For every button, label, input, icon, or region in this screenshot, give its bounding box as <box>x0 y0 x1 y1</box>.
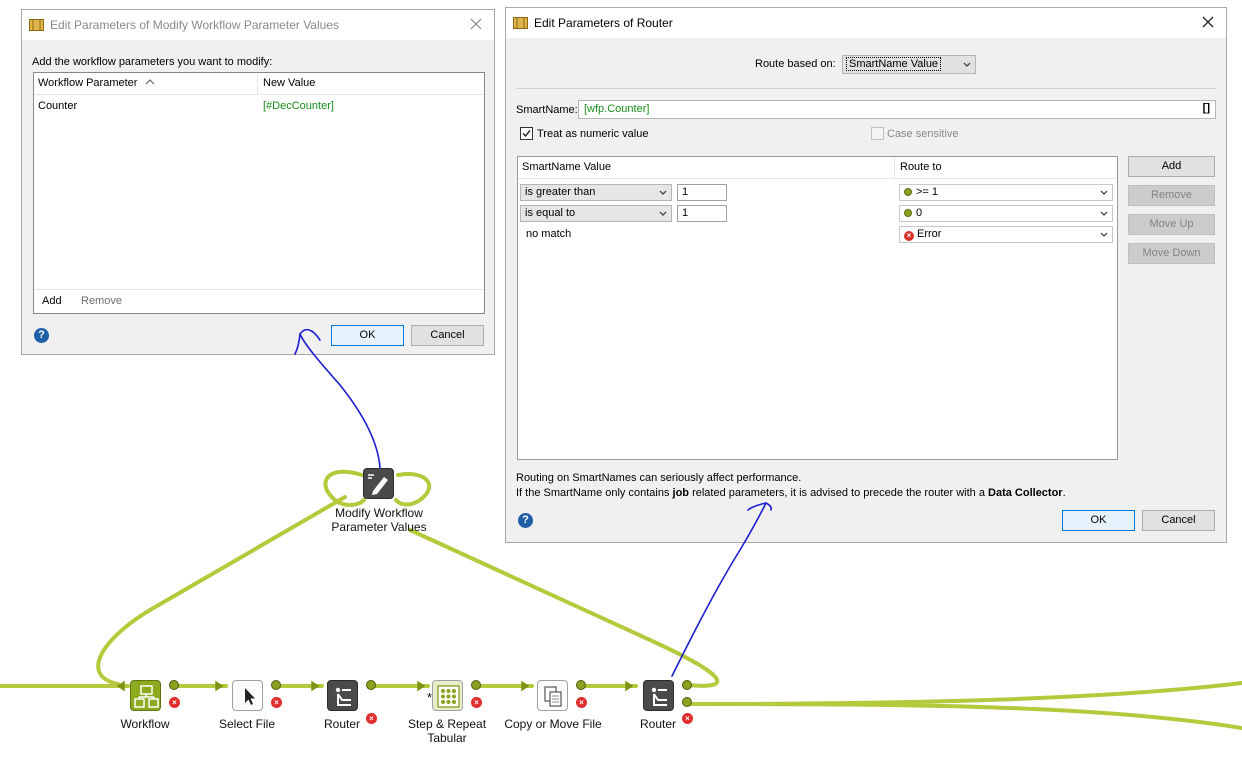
annotation-arrow-modify <box>294 333 381 469</box>
annotation-arrows <box>294 328 773 677</box>
annotation-arrow-router <box>671 502 767 677</box>
